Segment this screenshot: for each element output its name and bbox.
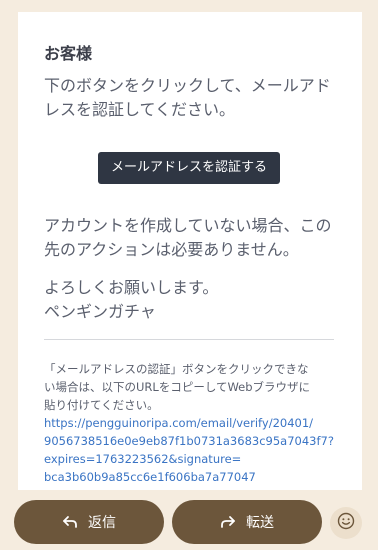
forward-button[interactable]: 転送 <box>172 500 322 544</box>
smiley-face-icon <box>337 512 355 534</box>
fallback-note: 「メールアドレスの認証」ボタンをクリックできな い場合は、以下のURLをコピーし… <box>44 360 340 486</box>
instruction-line-1: 下のボタンをクリックして、メールアド <box>44 76 331 95</box>
verify-url-line-4[interactable]: bca3b60b9a85cc6e1f606ba7a77047 <box>44 468 340 486</box>
instruction-paragraph: 下のボタンをクリックして、メールアド レスを認証してください。 <box>44 74 344 122</box>
sender-name: ペンギンガチャ <box>44 302 156 321</box>
signature-block: よろしくお願いします。 ペンギンガチャ <box>44 276 344 324</box>
reply-arrow-icon <box>62 515 78 529</box>
forward-label: 転送 <box>246 515 274 531</box>
email-card: お客様 下のボタンをクリックして、メールアド レスを認証してください。 メールア… <box>18 12 362 490</box>
closing-text: よろしくお願いします。 <box>44 278 219 297</box>
no-action-paragraph: アカウントを作成していない場合、この 先のアクションは必要ありません。 <box>44 214 344 262</box>
note-line-1: 「メールアドレスの認証」ボタンをクリックできな <box>44 362 309 376</box>
verify-url-line-1[interactable]: https://pengguinoripa.com/email/verify/2… <box>44 414 340 432</box>
divider <box>44 339 334 340</box>
note-line-2: い場合は、以下のURLをコピーしてWebブラウザに <box>44 380 311 394</box>
emoji-reaction-button[interactable] <box>330 507 362 539</box>
no-action-line-1: アカウントを作成していない場合、この <box>44 216 332 235</box>
instruction-line-2: レスを認証してください。 <box>44 100 236 119</box>
reply-label: 返信 <box>88 515 116 531</box>
greeting: お客様 <box>44 44 93 63</box>
verify-url-line-3[interactable]: expires=1763223562&signature= <box>44 450 340 468</box>
reply-button[interactable]: 返信 <box>14 500 164 544</box>
action-bar: 返信 転送 <box>0 490 378 550</box>
no-action-line-2: 先のアクションは必要ありません。 <box>44 240 299 259</box>
forward-arrow-icon <box>220 515 236 529</box>
verify-email-button[interactable]: メールアドレスを認証する <box>98 152 280 184</box>
verify-url-line-2[interactable]: 9056738516e0e9eb87f1b0731a3683c95a7043f7… <box>44 432 340 450</box>
note-line-3: 貼り付けてください。 <box>44 398 159 412</box>
